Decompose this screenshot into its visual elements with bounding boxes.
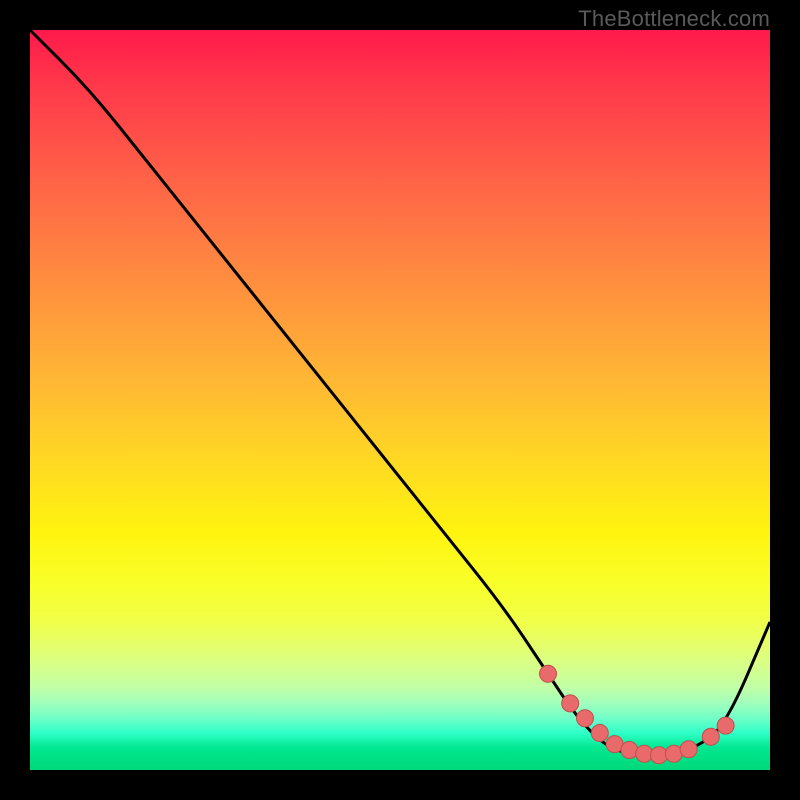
curve-marker [680,741,697,758]
curve-marker [621,742,638,759]
bottleneck-curve-path [30,30,770,755]
marker-group [540,665,735,763]
curve-marker [562,695,579,712]
curve-marker [577,710,594,727]
curve-marker [540,665,557,682]
curve-marker [717,717,734,734]
curve-marker [702,728,719,745]
curve-svg [30,30,770,770]
watermark-text: TheBottleneck.com [578,6,770,32]
curve-marker [591,725,608,742]
